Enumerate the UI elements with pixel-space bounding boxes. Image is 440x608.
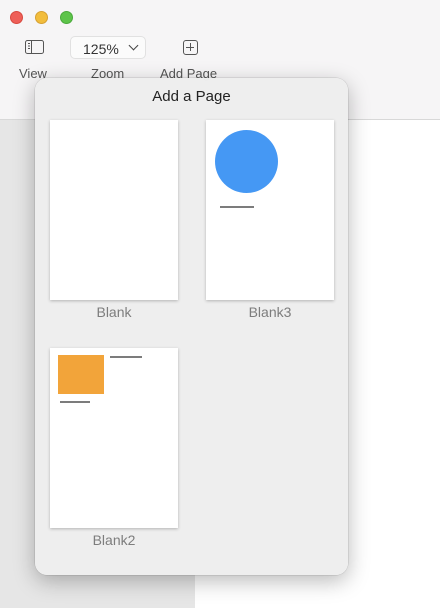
template-blank2-label[interactable]: Blank2 bbox=[50, 532, 178, 548]
app-window: View 125% Zoom Add Page Add a Page Blank… bbox=[0, 0, 440, 608]
add-page-icon[interactable] bbox=[183, 40, 198, 55]
minimize-window-button[interactable] bbox=[35, 11, 48, 24]
orange-rectangle-shape bbox=[58, 355, 104, 394]
placeholder-text-line bbox=[110, 356, 142, 358]
chevron-down-icon bbox=[128, 40, 139, 51]
sidebar-view-icon[interactable] bbox=[25, 40, 44, 54]
template-blank3-label[interactable]: Blank3 bbox=[206, 304, 334, 320]
close-window-button[interactable] bbox=[10, 11, 23, 24]
zoom-window-button[interactable] bbox=[60, 11, 73, 24]
zoom-value: 125% bbox=[83, 41, 119, 57]
add-page-popover: Add a Page Blank Blank3 Blank2 bbox=[35, 78, 348, 575]
blue-circle-shape bbox=[215, 130, 278, 193]
placeholder-text-line bbox=[220, 206, 254, 208]
popover-title: Add a Page bbox=[152, 88, 231, 105]
template-blank2-thumbnail[interactable] bbox=[50, 348, 178, 528]
template-blank-thumbnail[interactable] bbox=[50, 120, 178, 300]
placeholder-text-line bbox=[60, 401, 90, 403]
template-blank-label[interactable]: Blank bbox=[50, 304, 178, 320]
zoom-select[interactable]: 125% bbox=[70, 36, 146, 59]
template-blank3-thumbnail[interactable] bbox=[206, 120, 334, 300]
